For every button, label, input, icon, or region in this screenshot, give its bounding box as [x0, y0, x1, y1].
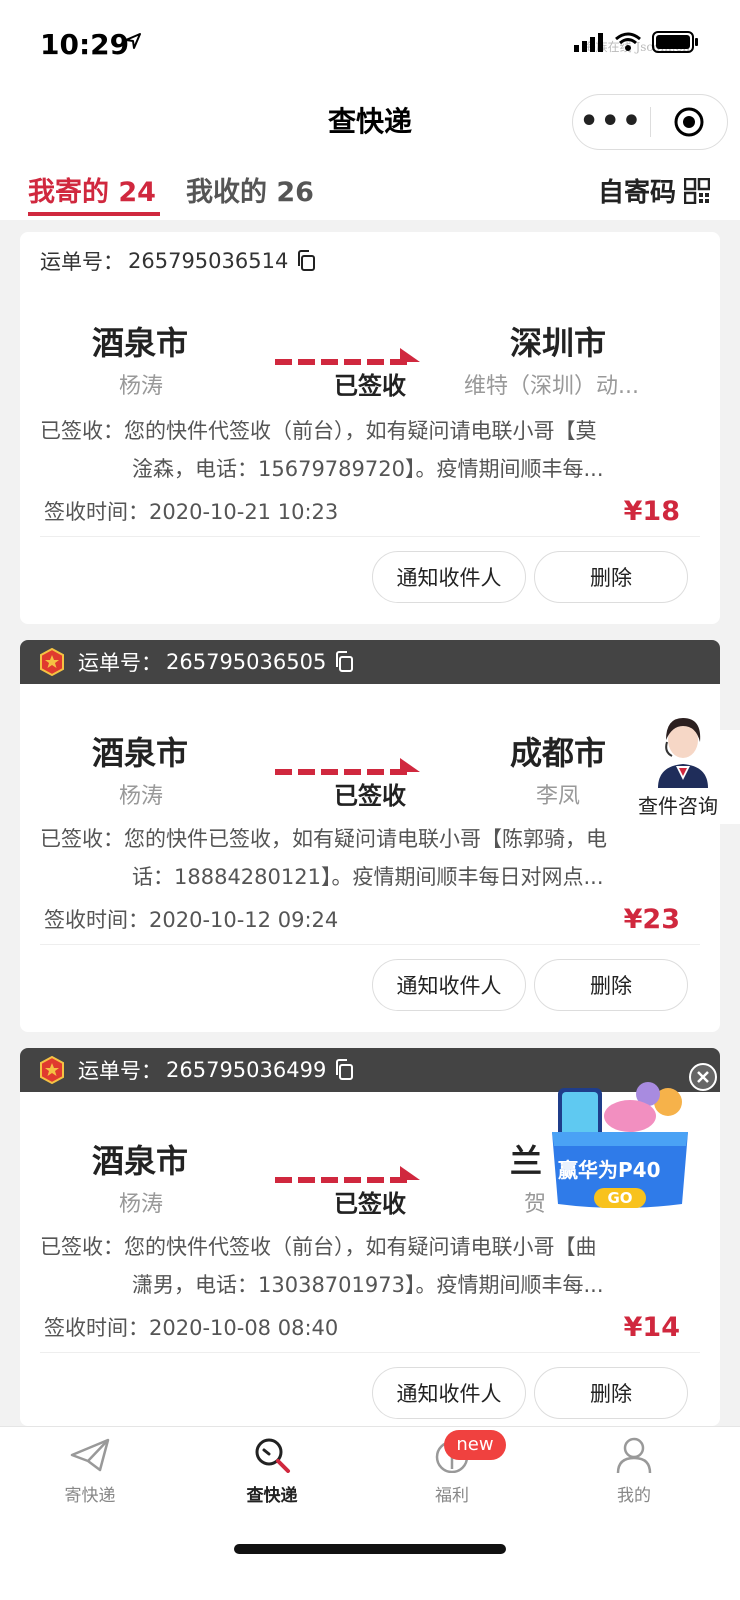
notify-recipient-button[interactable]: 通知收件人	[372, 959, 526, 1011]
copy-icon[interactable]	[334, 1059, 354, 1081]
origin-city: 酒泉市	[92, 324, 189, 362]
self-send-code-button[interactable]: 自寄码	[598, 172, 710, 209]
notify-recipient-button[interactable]: 通知收件人	[372, 551, 526, 603]
waybill-label: 运单号：	[78, 1059, 162, 1083]
copy-icon[interactable]	[296, 250, 316, 272]
recipient-name: 维特（深圳）动...	[464, 374, 639, 399]
waybill-number: 265795036499	[166, 1058, 327, 1082]
search-icon	[255, 1438, 290, 1473]
sign-time: 签收时间：2020-10-12 09:24	[44, 908, 339, 932]
waybill-label: 运单号：	[78, 651, 162, 675]
battery-icon	[652, 31, 698, 53]
recipient-name: 贺	[524, 1192, 547, 1217]
destination-city: 兰	[510, 1142, 543, 1180]
price: ¥14	[623, 1312, 680, 1343]
origin-city: 酒泉市	[92, 734, 189, 772]
delete-button[interactable]: 删除	[534, 1367, 688, 1419]
wifi-icon	[615, 32, 641, 51]
tab-sent[interactable]: 我寄的 24	[28, 170, 156, 209]
route-arrow-icon	[275, 348, 420, 365]
active-tab-indicator	[28, 212, 160, 216]
promo-go-button[interactable]: GO	[594, 1188, 646, 1208]
promo-title: 赢华为P40	[558, 1158, 661, 1182]
nav-label: 寄快递	[64, 1486, 116, 1506]
person-icon	[616, 1437, 652, 1474]
home-indicator	[234, 1544, 506, 1554]
tab-received[interactable]: 我收的 26	[186, 170, 314, 209]
route-section: 酒泉市 杨涛 已签收 深圳市 维特（深圳）动...	[20, 290, 720, 412]
delivery-status: 已签收	[334, 782, 406, 810]
route-arrow-icon	[275, 758, 420, 775]
sign-time: 签收时间：2020-10-21 10:23	[44, 500, 339, 524]
origin-city: 酒泉市	[92, 1142, 189, 1180]
signal-icon	[574, 33, 603, 52]
qr-code-icon	[684, 177, 710, 204]
destination-city: 深圳市	[510, 324, 607, 362]
tracking-detail: 已签收：您的快件已签收，如有疑问请电联小哥【陈郭骑，电 话：1888428012…	[20, 820, 720, 896]
copy-icon[interactable]	[334, 651, 354, 673]
card-actions: 通知收件人 删除	[20, 1353, 720, 1426]
tracking-detail-line: 已签收：您的快件代签收（前台），如有疑问请电联小哥【莫	[40, 419, 597, 443]
vip-star-badge-icon	[40, 648, 64, 676]
new-badge: new	[444, 1430, 506, 1460]
waybill-header: 运单号： 265795036514	[20, 232, 720, 290]
paper-plane-icon	[70, 1438, 110, 1472]
sign-row: 签收时间：2020-10-21 10:23 ¥18	[20, 488, 720, 536]
tracking-detail-line: 淦森，电话：15679789720】。疫情期间顺丰每...	[132, 457, 604, 481]
status-icons	[574, 30, 700, 54]
consult-widget[interactable]: 查件咨询	[628, 718, 740, 824]
tracking-detail-line: 潇男，电话：13038701973】。疫情期间顺丰每...	[132, 1273, 604, 1297]
top-bar: 10:29 海族在线 Jscom.cn 查快递 ••• 我寄的 24 我收的 2…	[0, 0, 740, 220]
sign-time: 签收时间：2020-10-08 08:40	[44, 1316, 339, 1340]
notify-recipient-button[interactable]: 通知收件人	[372, 1367, 526, 1419]
recipient-name: 李凤	[536, 784, 581, 809]
close-icon[interactable]	[688, 1062, 718, 1092]
shipment-card[interactable]: 运单号： 265795036505 酒泉市 杨涛 已签收 成都市 李凤 已签收：…	[20, 640, 720, 1032]
close-mini-program-button[interactable]	[651, 106, 728, 138]
price: ¥18	[623, 496, 680, 527]
tracking-detail: 已签收：您的快件代签收（前台），如有疑问请电联小哥【莫 淦森，电话：156797…	[20, 412, 720, 488]
bottom-nav: 寄快递 查快递 福利 我的	[0, 1426, 740, 1600]
location-arrow-icon	[125, 33, 141, 49]
tracking-detail-line: 已签收：您的快件代签收（前台），如有疑问请电联小哥【曲	[40, 1235, 597, 1259]
waybill-number: 265795036514	[128, 249, 289, 273]
promo-banner[interactable]: 赢华为P40 GO	[548, 1080, 692, 1210]
status-time: 10:29	[40, 28, 130, 61]
vip-star-badge-icon	[40, 1056, 64, 1084]
card-actions: 通知收件人 删除	[20, 945, 720, 1023]
nav-item-send[interactable]: 寄快递	[30, 1437, 150, 1506]
nav-item-me[interactable]: 我的	[574, 1437, 694, 1506]
tracking-detail: 已签收：您的快件代签收（前台），如有疑问请电联小哥【曲 潇男，电话：130387…	[20, 1228, 720, 1304]
target-icon	[674, 107, 704, 137]
route-arrow-icon	[275, 1166, 420, 1183]
tracking-detail-line: 话：18884280121】。疫情期间顺丰每日对网点...	[132, 865, 604, 889]
shipment-card[interactable]: 运单号： 265795036514 酒泉市 杨涛 已签收 深圳市 维特（深圳）动…	[20, 232, 720, 624]
waybill-number: 265795036505	[166, 650, 327, 674]
destination-city: 成都市	[510, 734, 607, 772]
price: ¥23	[623, 904, 680, 935]
delete-button[interactable]: 删除	[534, 959, 688, 1011]
nav-label: 福利	[435, 1486, 469, 1506]
waybill-label: 运单号：	[40, 250, 124, 274]
customer-service-avatar-icon	[658, 718, 708, 788]
self-send-code-label: 自寄码	[597, 178, 676, 208]
nav-label: 查快递	[246, 1486, 298, 1506]
consult-label: 查件咨询	[638, 794, 718, 818]
delete-button[interactable]: 删除	[534, 551, 688, 603]
nav-label: 我的	[617, 1486, 651, 1506]
sign-row: 签收时间：2020-10-08 08:40 ¥14	[20, 1304, 720, 1352]
waybill-header: 运单号： 265795036505	[20, 640, 720, 684]
nav-item-track[interactable]: 查快递	[212, 1437, 332, 1506]
card-actions: 通知收件人 删除	[20, 537, 720, 615]
mini-program-capsule: •••	[572, 94, 728, 150]
sign-row: 签收时间：2020-10-12 09:24 ¥23	[20, 896, 720, 944]
more-button[interactable]: •••	[573, 107, 650, 137]
tracking-detail-line: 已签收：您的快件已签收，如有疑问请电联小哥【陈郭骑，电	[40, 827, 607, 851]
route-section: 酒泉市 杨涛 已签收 成都市 李凤	[20, 684, 720, 820]
